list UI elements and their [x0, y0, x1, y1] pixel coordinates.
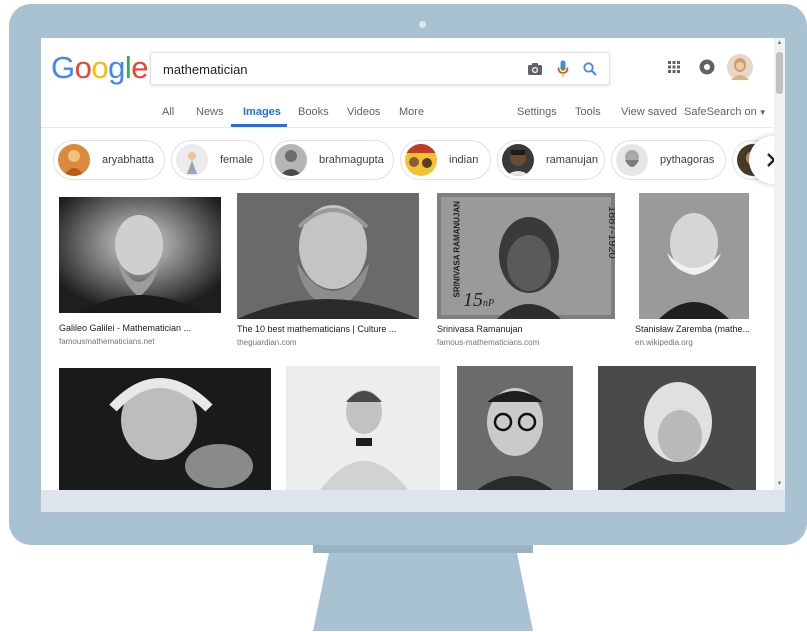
notifications-icon[interactable]: [696, 56, 718, 78]
chip-brahmagupta[interactable]: brahmagupta: [270, 140, 394, 180]
result-image[interactable]: [59, 368, 271, 490]
chip-ramanujan[interactable]: ramanujan: [497, 140, 605, 180]
screen-bottom-bar: [41, 490, 785, 512]
result-image[interactable]: SRINIVASA RAMANUJAN 1887-1920 15nP: [437, 193, 615, 319]
chip-label: pythagoras: [660, 154, 715, 166]
logo-letter: o: [74, 50, 92, 85]
tab-all[interactable]: All: [162, 106, 174, 118]
tab-images[interactable]: Images: [243, 106, 281, 118]
webcam-dot: [419, 21, 426, 28]
stamp-years: 1887-1920: [606, 206, 615, 259]
apps-grid-icon[interactable]: [663, 56, 685, 78]
search-input[interactable]: [163, 59, 493, 79]
result-image[interactable]: [286, 366, 440, 490]
scroll-up-arrow-icon[interactable]: ▲: [776, 40, 783, 47]
result-card-einstein[interactable]: [59, 368, 271, 490]
tab-books[interactable]: Books: [298, 106, 329, 118]
chip-thumbnail: [616, 144, 648, 176]
search-tabs: All News Images Books Videos More Settin…: [41, 100, 785, 128]
chip-thumbnail: [176, 144, 208, 176]
header-divider: [41, 127, 785, 128]
result-title[interactable]: Galileo Galilei - Mathematician ...: [59, 323, 219, 333]
result-card-ramanujan[interactable]: SRINIVASA RAMANUJAN 1887-1920 15nP Srini…: [437, 193, 615, 352]
tab-news[interactable]: News: [196, 106, 224, 118]
logo-letter: e: [131, 50, 149, 85]
search-box: [150, 52, 610, 85]
result-title[interactable]: Stanisław Zaremba (mathe...: [635, 324, 757, 334]
tab-more[interactable]: More: [399, 106, 424, 118]
chip-aryabhatta[interactable]: aryabhatta: [53, 140, 165, 180]
page-scrollbar[interactable]: ▲ ▼: [774, 38, 785, 490]
tab-tools[interactable]: Tools: [575, 106, 601, 118]
result-source: en.wikipedia.org: [635, 338, 693, 347]
chip-label: aryabhatta: [102, 154, 154, 166]
microphone-icon[interactable]: [554, 60, 572, 78]
scroll-thumb[interactable]: [776, 52, 783, 94]
camera-icon[interactable]: [526, 60, 544, 78]
avatar[interactable]: [727, 54, 753, 80]
monitor-stand-shadow: [313, 545, 533, 553]
stamp-value-unit: nP: [483, 298, 495, 309]
monitor-stand: [313, 545, 533, 631]
result-image[interactable]: [237, 193, 419, 319]
chip-label: brahmagupta: [319, 154, 384, 166]
stamp-value-number: 15: [463, 289, 483, 311]
logo-letter: o: [91, 50, 109, 85]
chip-pythagoras[interactable]: pythagoras: [611, 140, 726, 180]
caret-down-icon: ▼: [758, 108, 767, 117]
stamp-value: 15nP: [463, 289, 494, 312]
view-saved-link[interactable]: View saved: [621, 106, 677, 118]
safesearch-label: SafeSearch on: [684, 106, 757, 118]
search-icon[interactable]: [581, 60, 599, 78]
result-source: theguardian.com: [237, 338, 297, 347]
chip-label: female: [220, 154, 254, 166]
scroll-down-arrow-icon[interactable]: ▼: [776, 481, 783, 488]
result-source: famous-mathematicians.com: [437, 338, 540, 347]
chip-thumbnail: [275, 144, 307, 176]
chip-female[interactable]: female: [171, 140, 264, 180]
result-card-noether[interactable]: [286, 366, 440, 490]
google-logo[interactable]: Google: [51, 50, 149, 85]
tab-settings[interactable]: Settings: [517, 106, 557, 118]
chip-label: ramanujan: [546, 154, 598, 166]
stamp-name: SRINIVASA RAMANUJAN: [452, 201, 462, 298]
result-image[interactable]: [639, 193, 749, 319]
chip-thumbnail: [58, 144, 90, 176]
result-card-lagrange[interactable]: [598, 366, 756, 490]
result-image[interactable]: [598, 366, 756, 490]
result-card-galileo[interactable]: Galileo Galilei - Mathematician ... famo…: [59, 197, 221, 352]
result-title[interactable]: Srinivasa Ramanujan: [437, 324, 613, 334]
result-card-zaremba[interactable]: Stanisław Zaremba (mathe... en.wikipedia…: [635, 193, 759, 352]
result-title[interactable]: The 10 best mathematicians | Culture ...: [237, 324, 417, 334]
result-source: famousmathematicians.net: [59, 337, 155, 346]
result-image[interactable]: [59, 197, 221, 313]
result-card-guardian[interactable]: The 10 best mathematicians | Culture ...…: [237, 193, 419, 352]
chip-label: indian: [449, 154, 479, 166]
chip-thumbnail: [502, 144, 534, 176]
safesearch-toggle[interactable]: SafeSearch on ▼: [684, 106, 767, 118]
result-card-godel[interactable]: [457, 366, 573, 490]
logo-letter: G: [51, 50, 75, 85]
chip-indian[interactable]: indian: [400, 140, 491, 180]
tab-videos[interactable]: Videos: [347, 106, 380, 118]
browser-screen: Google All News I: [41, 38, 785, 512]
result-image[interactable]: [457, 366, 573, 490]
logo-letter: g: [108, 50, 125, 85]
chip-thumbnail: [405, 144, 437, 176]
